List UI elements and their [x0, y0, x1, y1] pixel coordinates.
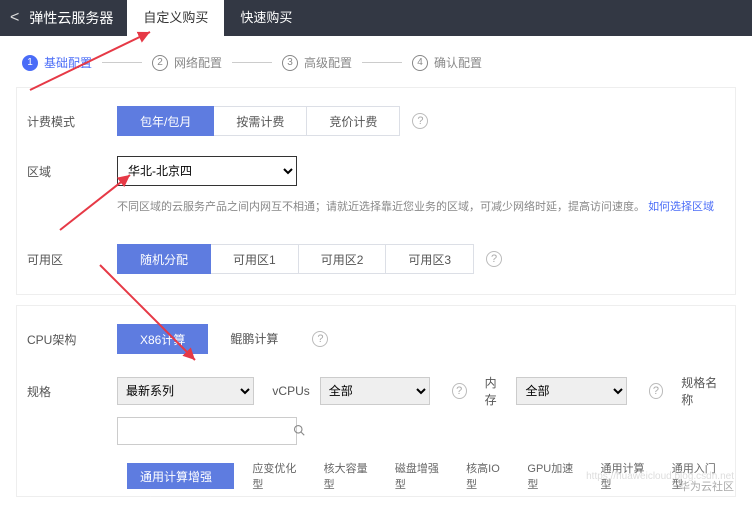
- step-4[interactable]: 4 确认配置: [412, 54, 482, 71]
- help-icon[interactable]: ?: [412, 113, 428, 129]
- billing-options: 包年/包月 按需计费 竞价计费: [117, 106, 400, 136]
- spec-tab-0[interactable]: 通用计算增强型: [127, 463, 234, 489]
- spec-filters: 最新系列 vCPUs 全部 ? 内存 全部 ? 规格名称: [117, 374, 725, 408]
- spec-tab-5[interactable]: GPU加速型: [527, 460, 582, 492]
- panel-spec: CPU架构 X86计算 鲲鹏计算 ? 规格 最新系列 vCPUs 全部 ? 内存…: [16, 305, 736, 497]
- tab-custom-buy[interactable]: 自定义购买: [127, 0, 224, 36]
- step-2[interactable]: 2 网络配置: [152, 54, 222, 71]
- cpu-label: CPU架构: [27, 331, 117, 348]
- az-option-1[interactable]: 可用区1: [211, 244, 299, 274]
- billing-option-ondemand[interactable]: 按需计费: [214, 106, 307, 136]
- step-4-label: 确认配置: [434, 54, 482, 71]
- region-label: 区域: [27, 163, 117, 180]
- region-select[interactable]: 华北-北京四: [117, 156, 297, 186]
- page-title: 弹性云服务器: [29, 8, 127, 28]
- help-icon[interactable]: ?: [452, 383, 467, 399]
- spec-search-input[interactable]: [118, 424, 285, 438]
- step-4-num: 4: [412, 55, 428, 71]
- step-3[interactable]: 3 高级配置: [282, 54, 352, 71]
- step-nav: 1 基础配置 2 网络配置 3 高级配置 4 确认配置: [0, 36, 752, 81]
- row-region-hint: 不同区域的云服务产品之间内网互不相通；请就近选择靠近您业务的区域，可减少网络时延…: [27, 190, 725, 220]
- region-hint: 不同区域的云服务产品之间内网互不相通；请就近选择靠近您业务的区域，可减少网络时延…: [117, 199, 714, 217]
- step-1-label: 基础配置: [44, 54, 92, 71]
- header-bar: < 弹性云服务器 自定义购买 快速购买: [0, 0, 752, 36]
- spec-tab-1[interactable]: 应变优化型: [252, 460, 305, 492]
- watermark-text: 华为云社区: [679, 478, 734, 494]
- cpu-option-kunpeng[interactable]: 鲲鹏计算: [208, 324, 300, 354]
- az-option-random[interactable]: 随机分配: [117, 244, 211, 274]
- step-3-label: 高级配置: [304, 54, 352, 71]
- row-search: [27, 416, 725, 446]
- az-options: 随机分配 可用区1 可用区2 可用区3: [117, 244, 474, 274]
- spec-label: 规格: [27, 383, 117, 400]
- back-button[interactable]: <: [0, 9, 29, 27]
- region-hint-link[interactable]: 如何选择区域: [648, 201, 714, 213]
- billing-option-prepaid[interactable]: 包年/包月: [117, 106, 214, 136]
- cpu-options: X86计算 鲲鹏计算: [117, 324, 300, 354]
- az-label: 可用区: [27, 251, 117, 268]
- spec-tab-4[interactable]: 核高IO型: [466, 460, 509, 492]
- header-tabs: 自定义购买 快速购买: [127, 0, 308, 36]
- specname-label: 规格名称: [681, 374, 725, 408]
- row-spec: 规格 最新系列 vCPUs 全部 ? 内存 全部 ? 规格名称: [27, 374, 725, 408]
- vcpu-label: vCPUs: [272, 384, 309, 398]
- series-select[interactable]: 最新系列: [117, 377, 254, 405]
- az-option-2[interactable]: 可用区2: [299, 244, 387, 274]
- cpu-option-x86[interactable]: X86计算: [117, 324, 208, 354]
- row-az: 可用区 随机分配 可用区1 可用区2 可用区3 ?: [27, 244, 725, 274]
- step-3-num: 3: [282, 55, 298, 71]
- row-billing: 计费模式 包年/包月 按需计费 竞价计费 ?: [27, 106, 725, 136]
- step-divider: [232, 62, 272, 63]
- search-icon[interactable]: [285, 424, 313, 439]
- step-2-num: 2: [152, 55, 168, 71]
- step-2-label: 网络配置: [174, 54, 222, 71]
- spec-tab-3[interactable]: 磁盘增强型: [395, 460, 448, 492]
- row-region: 区域 华北-北京四: [27, 156, 725, 186]
- billing-option-spot[interactable]: 竞价计费: [307, 106, 400, 136]
- tab-quick-buy[interactable]: 快速购买: [224, 0, 308, 36]
- region-hint-text: 不同区域的云服务产品之间内网互不相通；请就近选择靠近您业务的区域，可减少网络时延…: [117, 201, 645, 213]
- help-icon[interactable]: ?: [312, 331, 328, 347]
- help-icon[interactable]: ?: [486, 251, 502, 267]
- panel-basic: 计费模式 包年/包月 按需计费 竞价计费 ? 区域 华北-北京四 不同区域的云服…: [16, 87, 736, 295]
- step-1-num: 1: [22, 55, 38, 71]
- billing-label: 计费模式: [27, 113, 117, 130]
- step-divider: [102, 62, 142, 63]
- row-cpu: CPU架构 X86计算 鲲鹏计算 ?: [27, 324, 725, 354]
- step-1[interactable]: 1 基础配置: [22, 54, 92, 71]
- mem-select[interactable]: 全部: [516, 377, 626, 405]
- vcpu-select[interactable]: 全部: [320, 377, 430, 405]
- az-option-3[interactable]: 可用区3: [386, 244, 474, 274]
- spec-search: [117, 417, 297, 445]
- help-icon[interactable]: ?: [649, 383, 664, 399]
- spec-tab-2[interactable]: 核大容量型: [324, 460, 377, 492]
- step-divider: [362, 62, 402, 63]
- mem-label: 内存: [485, 374, 507, 408]
